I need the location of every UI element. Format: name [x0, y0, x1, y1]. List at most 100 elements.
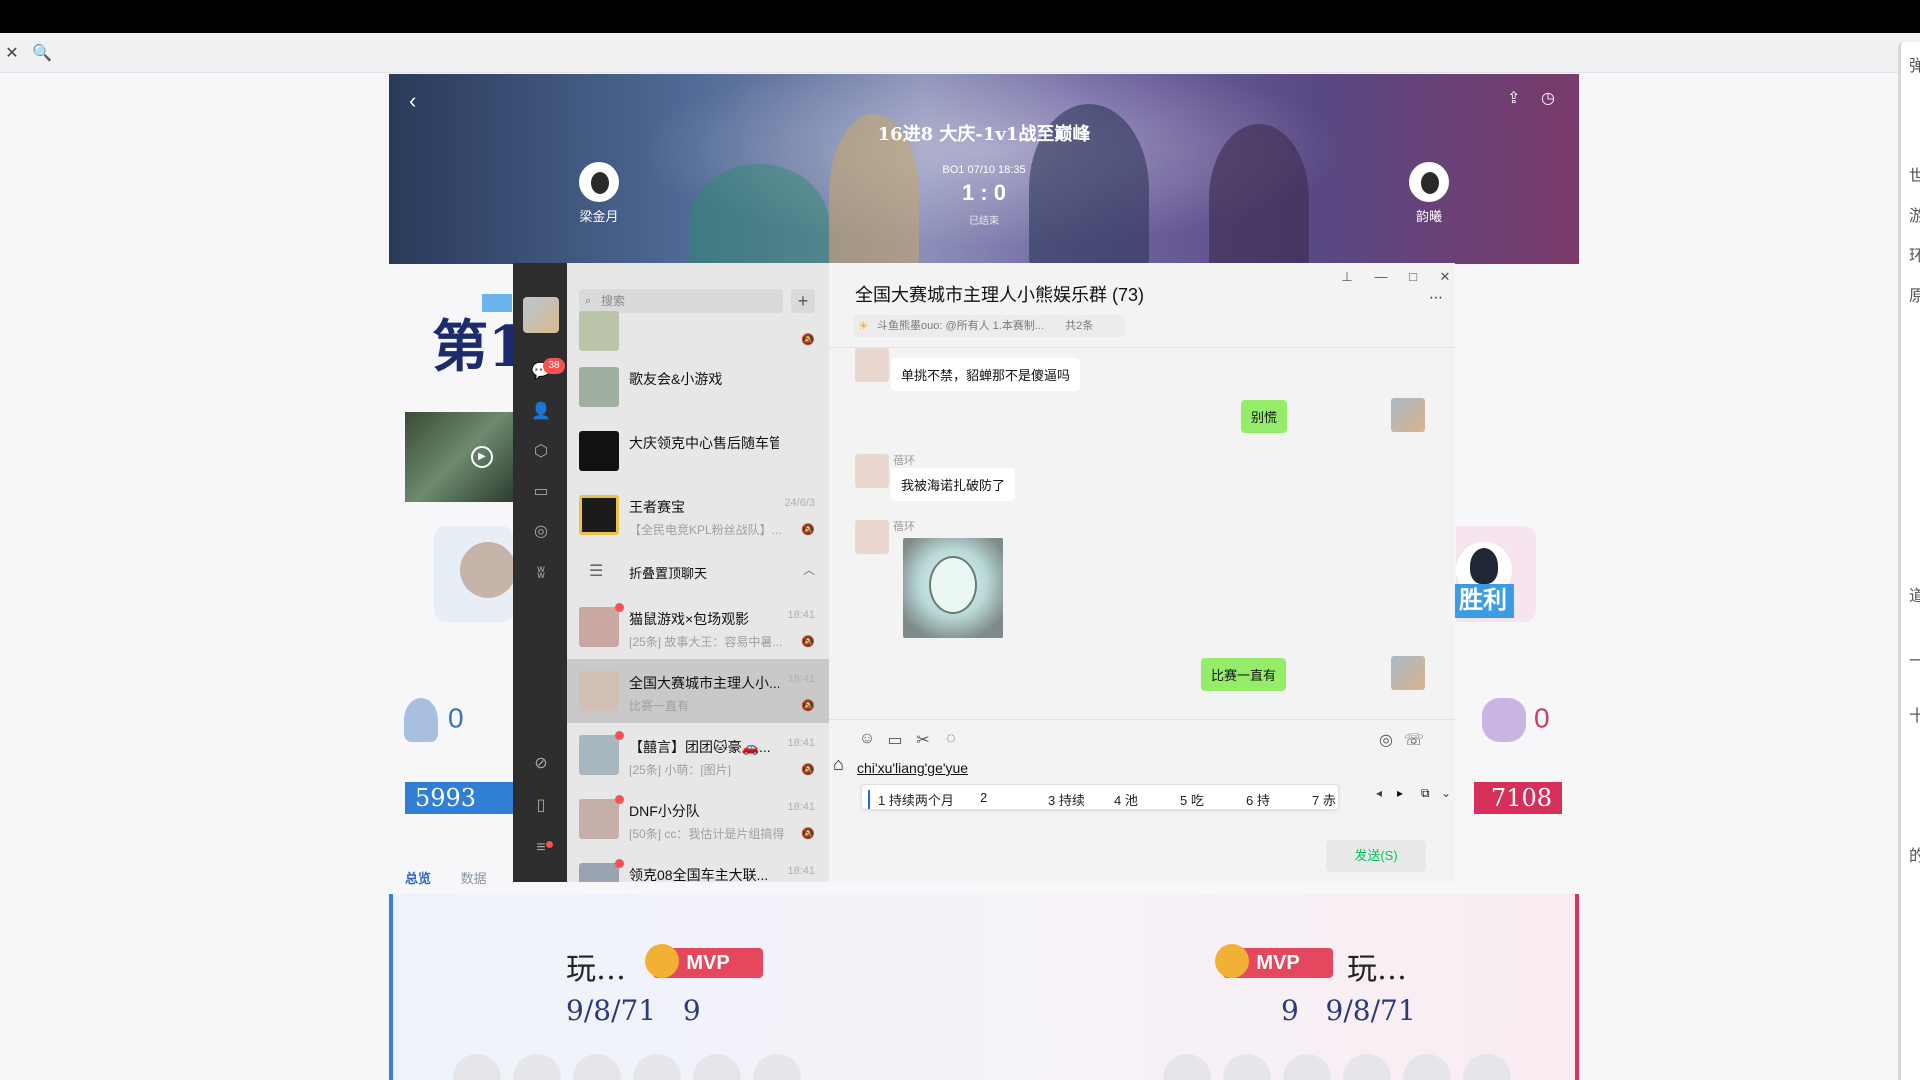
chat-item[interactable]: 【囍言】团团🐱豪🚗... 18:41 [25条] 小萌：[图片] 🔕: [567, 723, 829, 787]
unread-badge: 38: [543, 358, 565, 374]
message-bubble[interactable]: 我被海诺扎破防了: [891, 468, 1016, 501]
search-input[interactable]: ⌕ 搜索: [579, 289, 783, 313]
folded-pinned-chats[interactable]: ☰ 折叠置顶聊天 ︿: [567, 547, 829, 595]
chat-item[interactable]: 王者赛宝 24/6/3 【全民电竞KPL粉丝战队】... 🔕: [567, 483, 829, 547]
message-bubble[interactable]: 单挑不禁，貂蝉那不是傻逼吗: [891, 358, 1081, 391]
ime-prev-icon[interactable]: ◂: [1376, 786, 1382, 800]
crest-icon: [1482, 698, 1526, 742]
level-value: 9: [682, 994, 701, 1027]
emoji-icon[interactable]: ☺: [857, 730, 877, 748]
chat-name: 王者赛宝: [629, 499, 685, 515]
chat-item[interactable]: 歌友会&小游戏: [567, 355, 829, 419]
mvp-panel: 玩… MVP 9/8/71 9 MVP 玩… 9 9/8/71: [389, 894, 1579, 1080]
add-button[interactable]: +: [791, 289, 815, 313]
close-icon[interactable]: ✕: [0, 41, 24, 65]
team-score-right: 7108: [1474, 782, 1562, 814]
message-bubble-mine[interactable]: 别慌: [1241, 400, 1288, 433]
kda-value: 9/8/71: [1325, 994, 1416, 1027]
moments-icon[interactable]: ◎: [530, 521, 552, 543]
tab-data[interactable]: 数据: [461, 871, 487, 886]
ime-candidate[interactable]: 4 池: [1114, 790, 1138, 809]
badge: [753, 1054, 801, 1080]
more-icon[interactable]: ⋯: [1429, 289, 1443, 306]
side-panel-text: 原: [1909, 288, 1920, 305]
my-avatar[interactable]: [523, 297, 559, 333]
chat-item-selected[interactable]: 全国大赛城市主理人小... 18:41 比赛一直有 🔕: [567, 659, 829, 723]
screenshot-icon[interactable]: ✂: [913, 730, 933, 750]
level-value: 9: [1281, 994, 1299, 1027]
share-icon[interactable]: ⇪: [1507, 88, 1527, 108]
badge: [513, 1054, 561, 1080]
message-bubble-mine[interactable]: 比赛一直有: [1201, 658, 1287, 691]
chat-list-panel: ⌕ 搜索 + 🔕 歌友会&小游戏 大庆领克中心售后随车管家 王者赛宝 24/6/3…: [567, 263, 829, 882]
phone-icon[interactable]: ▯: [530, 795, 552, 817]
call-icon[interactable]: ☏: [1404, 730, 1424, 750]
ime-candidate[interactable]: 3 持续: [1048, 790, 1085, 809]
message-input[interactable]: chi'xu'liang'ge'yue: [857, 760, 968, 776]
play-icon[interactable]: ▶: [471, 446, 493, 468]
ime-candidate[interactable]: 5 吃: [1180, 790, 1204, 809]
chat-item[interactable]: 领克08全国车主大联... 18:41: [567, 851, 829, 882]
chat-item[interactable]: 🔕: [567, 311, 829, 355]
folder-icon[interactable]: ▭: [530, 481, 552, 503]
search-icon[interactable]: 🔍: [30, 41, 54, 65]
avatar[interactable]: [855, 454, 889, 488]
avatar[interactable]: [855, 520, 889, 554]
link-icon[interactable]: ⊘: [530, 753, 552, 775]
tab-overview[interactable]: 总览: [405, 871, 431, 886]
refresh-icon[interactable]: ◷: [1541, 88, 1561, 108]
player-right[interactable]: 韵曦: [1389, 162, 1469, 225]
send-button[interactable]: 发送(S): [1326, 840, 1426, 872]
chat-preview: [50条] cc：我估计是片组搞得: [629, 827, 785, 841]
ime-candidate[interactable]: 2: [980, 790, 987, 805]
file-icon[interactable]: ▭: [885, 730, 905, 750]
avatar: [579, 495, 619, 535]
sender-name: 蓓环: [893, 455, 915, 467]
notice-count: 共2条: [1065, 320, 1094, 332]
mouse-cursor-icon: ⌂: [833, 754, 844, 774]
chat-item[interactable]: DNF小分队 18:41 [50条] cc：我估计是片组搞得 🔕: [567, 787, 829, 851]
player-name: 韵曦: [1415, 209, 1442, 224]
mute-icon: 🔕: [801, 524, 815, 536]
miniapp-icon[interactable]: ʬ: [530, 563, 552, 585]
group-notice[interactable]: ☀ 斗鱼熊墨ouo: @所有人 1.本赛制... 共2条: [853, 315, 1125, 337]
conversation-title[interactable]: 全国大赛城市主理人小熊娱乐群 (73): [855, 281, 1144, 307]
chat-item[interactable]: 大庆领克中心售后随车管家: [567, 419, 829, 483]
avatar[interactable]: [1391, 398, 1425, 432]
voice-icon[interactable]: ◎: [1376, 730, 1396, 750]
minimize-icon[interactable]: —: [1371, 269, 1391, 284]
avatar: [579, 799, 619, 839]
chat-item[interactable]: 猫鼠游戏×包场观影 18:41 [25条] 故事大王：容易中暑... 🔕: [567, 595, 829, 659]
sticker-image[interactable]: [903, 538, 1003, 638]
chevron-up-icon[interactable]: ︿: [803, 561, 815, 578]
avatar: [579, 367, 619, 407]
ime-candidate[interactable]: 6 持: [1246, 790, 1270, 809]
video-thumbnail[interactable]: ▶: [405, 412, 515, 502]
box-icon[interactable]: ⬡: [530, 441, 552, 463]
stats-tabs: 总览 数据: [405, 868, 513, 887]
contacts-icon[interactable]: 👤: [530, 401, 552, 423]
avatar: [579, 607, 619, 647]
mute-icon: 🔕: [801, 334, 815, 346]
avatar[interactable]: [1391, 656, 1425, 690]
chat-preview: 比赛一直有: [629, 699, 690, 713]
ime-candidate[interactable]: 7 赤: [1312, 790, 1336, 809]
ime-settings-icon[interactable]: ⧉: [1421, 786, 1430, 801]
ime-candidate[interactable]: 1 持续两个月: [868, 790, 954, 809]
chat-name: 领克08全国车主大联...: [629, 867, 769, 882]
chat-history-icon[interactable]: ◌: [941, 730, 961, 748]
pin-icon[interactable]: ⊥: [1337, 269, 1357, 285]
maximize-icon[interactable]: □: [1403, 269, 1423, 284]
badge-row-left: [453, 1054, 813, 1080]
player-name-right: 玩…: [1347, 952, 1407, 987]
input-area: ☺ ▭ ✂ ◌ ◎ ☏ chi'xu'liang'ge'yue 1 持续两个月 …: [829, 719, 1455, 882]
side-panel-text: 游: [1909, 208, 1920, 225]
chevron-down-icon[interactable]: ⌄: [1441, 786, 1451, 800]
badge: [573, 1054, 621, 1080]
avatar[interactable]: [855, 348, 889, 382]
back-icon[interactable]: ‹: [409, 88, 416, 114]
close-window-icon[interactable]: ✕: [1435, 269, 1455, 285]
player-left[interactable]: 梁金月: [559, 162, 639, 225]
side-panel-edge[interactable]: 弹 世 游 环 原 道 一 十 的: [1898, 42, 1920, 1080]
ime-next-icon[interactable]: ▸: [1397, 786, 1403, 800]
